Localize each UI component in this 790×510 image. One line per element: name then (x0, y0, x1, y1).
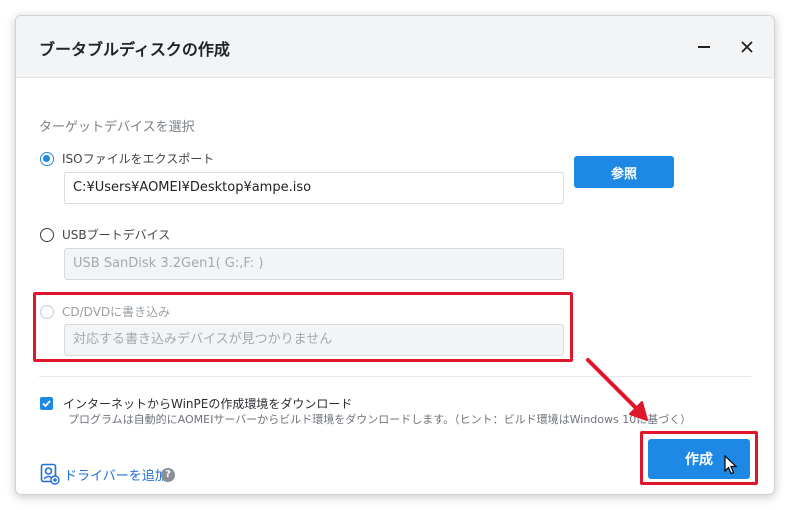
section-divider (39, 376, 751, 377)
cd-dvd-label: CD/DVDに書き込み (62, 305, 171, 319)
download-winpe-description: プログラムは自動的にAOMEIサーバーからビルド環境をダウンロードします。（ヒン… (68, 413, 692, 426)
usb-boot-label: USBブートデバイス (62, 228, 171, 242)
bootable-disk-dialog: ブータブルディスクの作成 ターゲットデバイスを選択 ISOファイルをエクスポート… (15, 15, 775, 495)
usb-device-select[interactable]: USB SanDisk 3.2Gen1( G:,F: ) (64, 248, 564, 280)
iso-path-input[interactable]: C:¥Users¥AOMEI¥Desktop¥ampe.iso (64, 172, 564, 204)
add-driver-icon (40, 463, 60, 485)
iso-export-option[interactable]: ISOファイルをエクスポート (40, 150, 214, 167)
title-bar: ブータブルディスクの作成 (16, 16, 774, 78)
download-winpe-checkbox[interactable] (40, 397, 53, 410)
minimize-icon (698, 46, 710, 48)
cd-dvd-option[interactable]: CD/DVDに書き込み (40, 303, 170, 320)
dialog-title: ブータブルディスクの作成 (39, 40, 230, 59)
dialog-content: ターゲットデバイスを選択 ISOファイルをエクスポート C:¥Users¥AOM… (16, 78, 774, 494)
add-driver-label: ドライバーを追加 (64, 468, 168, 484)
target-device-heading: ターゲットデバイスを選択 (39, 120, 195, 135)
close-icon (741, 41, 753, 53)
usb-boot-option[interactable]: USBブートデバイス (40, 226, 170, 243)
usb-boot-radio[interactable] (40, 227, 54, 242)
cd-dvd-device-field: 対応する書き込みデバイスが見つかりません (64, 324, 564, 356)
iso-export-radio[interactable] (40, 151, 54, 166)
cd-dvd-radio[interactable] (40, 304, 54, 319)
checkmark-icon (42, 400, 51, 408)
add-driver-link[interactable]: ドライバーを追加 (40, 463, 168, 485)
iso-export-label: ISOファイルをエクスポート (62, 152, 215, 166)
browse-button[interactable]: 参照 (574, 156, 674, 188)
close-button[interactable] (734, 34, 760, 60)
minimize-button[interactable] (691, 34, 717, 60)
download-winpe-label: インターネットからWinPEの作成環境をダウンロード (63, 397, 353, 411)
help-icon[interactable]: ? (161, 468, 175, 482)
mouse-pointer-icon (724, 455, 738, 475)
